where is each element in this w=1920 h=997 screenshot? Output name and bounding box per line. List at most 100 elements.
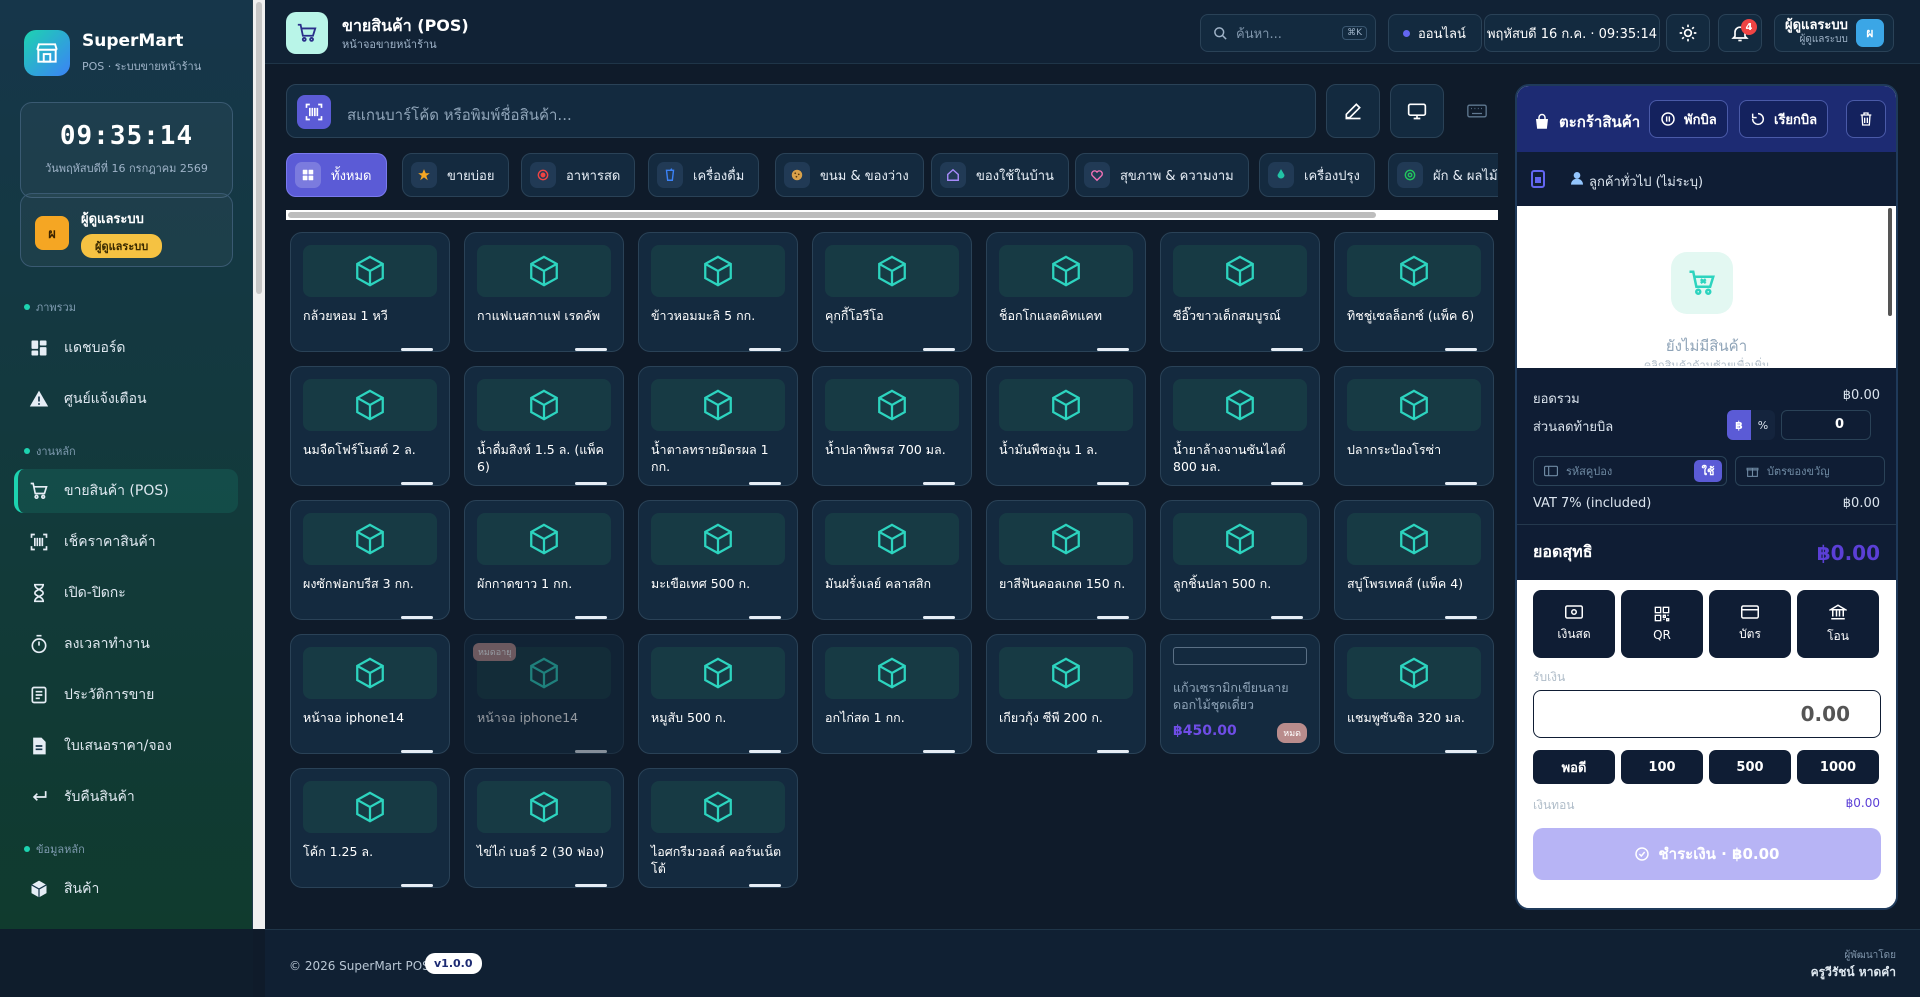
pay-cash-button[interactable]: เงินสด xyxy=(1533,590,1615,658)
product-card[interactable]: ผักกาดขาว 1 กก. xyxy=(464,500,624,620)
recall-bill-button[interactable]: เรียกบิล xyxy=(1739,100,1829,138)
product-card[interactable]: สบู่โพรเทคส์ (แพ็ค 4) xyxy=(1334,500,1494,620)
product-card[interactable]: มะเขือเทศ 500 ก. xyxy=(638,500,798,620)
clear-cart-button[interactable] xyxy=(1846,100,1886,138)
product-card[interactable]: ผงซักฟอกบรีส 3 กก. xyxy=(290,500,450,620)
category-snacks[interactable]: ขนม & ของว่าง xyxy=(775,153,924,197)
quick-1000-button[interactable]: 1000 xyxy=(1797,750,1879,784)
discount-percent-toggle[interactable]: % xyxy=(1751,410,1775,440)
manual-entry-button[interactable] xyxy=(1326,84,1380,138)
product-card[interactable]: กล้วยหอม 1 หวี xyxy=(290,232,450,352)
sidebar-item-quotation[interactable]: ใบเสนอราคา/จอง xyxy=(14,724,238,768)
notifications-button[interactable]: 4 xyxy=(1718,14,1762,52)
sidebar-item-label: เช็คราคาสินค้า xyxy=(64,534,156,550)
stock-indicator xyxy=(1271,482,1303,485)
product-card[interactable]: โค้ก 1.25 ล. xyxy=(290,768,450,888)
product-card[interactable]: น้ำดื่มสิงห์ 1.5 ล. (แพ็ค 6) xyxy=(464,366,624,486)
sidebar-item-price-check[interactable]: เช็คราคาสินค้า xyxy=(14,520,238,564)
product-box-icon xyxy=(1173,513,1307,565)
discount-baht-toggle[interactable]: ฿ xyxy=(1727,410,1751,440)
pay-card-button[interactable]: บัตร xyxy=(1709,590,1791,658)
category-scroll-thumb[interactable] xyxy=(288,212,1376,218)
category-bar: ทั้งหมด ขายบ่อย อาหารสด เครื่องดื่ม ขนม … xyxy=(286,150,1498,202)
product-card[interactable]: กาแฟเนสกาแฟ เรดคัพ xyxy=(464,232,624,352)
customer-display-button[interactable] xyxy=(1390,84,1444,138)
bank-icon xyxy=(1829,603,1847,621)
sidebar-item-timeclock[interactable]: ลงเวลาทำงาน xyxy=(14,622,238,666)
quick-500-button[interactable]: 500 xyxy=(1709,750,1791,784)
sidebar-item-pos[interactable]: ขายสินค้า (POS) xyxy=(14,469,238,513)
product-card[interactable]: น้ำปลาทิพรส 700 มล. xyxy=(812,366,972,486)
product-card[interactable]: น้ำมันพืชองุ่น 1 ล. xyxy=(986,366,1146,486)
product-card[interactable]: มันฝรั่งเลย์ คลาสสิก xyxy=(812,500,972,620)
status-dot xyxy=(1403,29,1410,37)
user-card[interactable]: ผ ผู้ดูแลระบบ ผู้ดูแลระบบ xyxy=(20,193,233,267)
product-card[interactable]: หมูสับ 500 ก. xyxy=(638,634,798,754)
quick-exact-button[interactable]: พอดี xyxy=(1533,750,1615,784)
product-card[interactable]: หน้าจอ iphone14 หมดอายุ xyxy=(464,634,624,754)
category-all[interactable]: ทั้งหมด xyxy=(286,153,387,197)
discount-input[interactable]: 0 xyxy=(1781,410,1871,440)
product-card[interactable]: ข้าวหอมมะลิ 5 กก. xyxy=(638,232,798,352)
user-icon xyxy=(1569,170,1585,186)
global-search[interactable]: ค้นหา... ⌘K xyxy=(1200,14,1376,52)
product-card[interactable]: ทิชชู่เซลล็อกซ์ (แพ็ค 6) xyxy=(1334,232,1494,352)
product-card[interactable]: ลูกชิ้นปลา 500 ก. xyxy=(1160,500,1320,620)
product-card[interactable]: เกียวกุ้ง ซีพี 200 ก. xyxy=(986,634,1146,754)
product-card[interactable]: ไข่ไก่ เบอร์ 2 (30 ฟอง) xyxy=(464,768,624,888)
hold-bill-button[interactable]: พักบิล xyxy=(1649,100,1728,138)
sidebar-item-sales-history[interactable]: ประวัติการขาย xyxy=(14,673,238,717)
product-card[interactable]: หน้าจอ iphone14 xyxy=(290,634,450,754)
net-total-row: ยอดสุทธิ ฿0.00 xyxy=(1533,540,1880,565)
sidebar-item-label: ประวัติการขาย xyxy=(64,687,155,703)
product-card[interactable]: แก้วเซรามิกเขียนลายดอกไม้ชุดเดี่ยว ฿450.0… xyxy=(1160,634,1320,754)
hourglass-icon xyxy=(28,582,50,604)
category-health-beauty[interactable]: สุขภาพ & ความงาม xyxy=(1075,153,1249,197)
cart-panel: ตะกร้าสินค้า พักบิล เรียกบิล ลูกค้าทั่วไ… xyxy=(1515,84,1898,910)
product-card[interactable]: น้ำยาล้างจานซันไลต์ 800 มล. xyxy=(1160,366,1320,486)
product-card[interactable]: ยาสีฟันคอลเกต 150 ก. xyxy=(986,500,1146,620)
product-card[interactable]: ปลากระป๋องโรซ่า xyxy=(1334,366,1494,486)
cart-list-scrollbar[interactable] xyxy=(1888,208,1892,316)
product-card[interactable]: ไอศกรีมวอลล์ คอร์นเน็ตโต้ xyxy=(638,768,798,888)
product-card[interactable]: ช็อกโกแลตคิทแคท xyxy=(986,232,1146,352)
product-box-icon xyxy=(303,647,437,699)
product-card[interactable]: แชมพูซันซิล 320 มล. xyxy=(1334,634,1494,754)
keyboard-button[interactable] xyxy=(1450,84,1504,138)
category-seasoning[interactable]: เครื่องปรุง xyxy=(1259,153,1375,197)
stock-indicator xyxy=(1097,482,1129,485)
product-card[interactable]: ซีอิ๊วขาวเด็กสมบูรณ์ xyxy=(1160,232,1320,352)
stock-indicator xyxy=(401,884,433,887)
vat-row: VAT 7% (included) ฿0.00 xyxy=(1533,496,1880,511)
category-household[interactable]: ของใช้ในบ้าน xyxy=(931,153,1069,197)
quick-100-button[interactable]: 100 xyxy=(1621,750,1703,784)
customer-selector[interactable]: ลูกค้าทั่วไป (ไม่ระบุ) xyxy=(1517,152,1896,206)
stock-indicator xyxy=(1445,348,1477,351)
category-fresh-food[interactable]: อาหารสด xyxy=(521,153,636,197)
category-vegetables-fruits[interactable]: ผัก & ผลไม้ xyxy=(1388,153,1498,197)
pay-qr-button[interactable]: QR xyxy=(1621,590,1703,658)
theme-toggle-button[interactable] xyxy=(1666,14,1710,52)
header-user-menu[interactable]: ผู้ดูแลระบบ ผู้ดูแลระบบ ผ xyxy=(1774,14,1894,52)
sidebar-item-shift[interactable]: เปิด-ปิดกะ xyxy=(14,571,238,615)
category-drinks[interactable]: เครื่องดื่ม xyxy=(648,153,760,197)
product-card[interactable]: น้ำตาลทรายมิตรผล 1 กก. xyxy=(638,366,798,486)
barcode-search[interactable]: สแกนบาร์โค้ด หรือพิมพ์ชื่อสินค้า... xyxy=(286,84,1316,138)
pay-transfer-button[interactable]: โอน xyxy=(1797,590,1879,658)
product-card[interactable]: อกไก่สด 1 กก. xyxy=(812,634,972,754)
sidebar-item-dashboard[interactable]: แดชบอร์ด xyxy=(14,326,238,370)
received-amount-input[interactable]: 0.00 xyxy=(1533,690,1881,738)
sidebar-item-products[interactable]: สินค้า xyxy=(14,867,238,911)
apply-coupon-button[interactable]: ใช้ xyxy=(1694,460,1722,482)
coupon-input[interactable]: รหัสคูปอง ใช้ xyxy=(1533,456,1727,486)
product-card[interactable]: นมจืดโฟร์โมสต์ 2 ล. xyxy=(290,366,450,486)
sidebar-item-label: ศูนย์แจ้งเตือน xyxy=(64,391,147,407)
dashboard-icon xyxy=(28,337,50,359)
sidebar-scroll-thumb[interactable] xyxy=(256,2,262,294)
product-card[interactable]: คุกกี้โอรีโอ xyxy=(812,232,972,352)
sidebar-item-returns[interactable]: รับคืนสินค้า xyxy=(14,775,238,819)
checkout-button[interactable]: ชำระเงิน · ฿0.00 xyxy=(1533,828,1881,880)
sidebar-item-alerts[interactable]: ศูนย์แจ้งเตือน xyxy=(14,377,238,421)
gift-card-input[interactable]: บัตรของขวัญ xyxy=(1735,456,1885,486)
category-popular[interactable]: ขายบ่อย xyxy=(402,153,510,197)
